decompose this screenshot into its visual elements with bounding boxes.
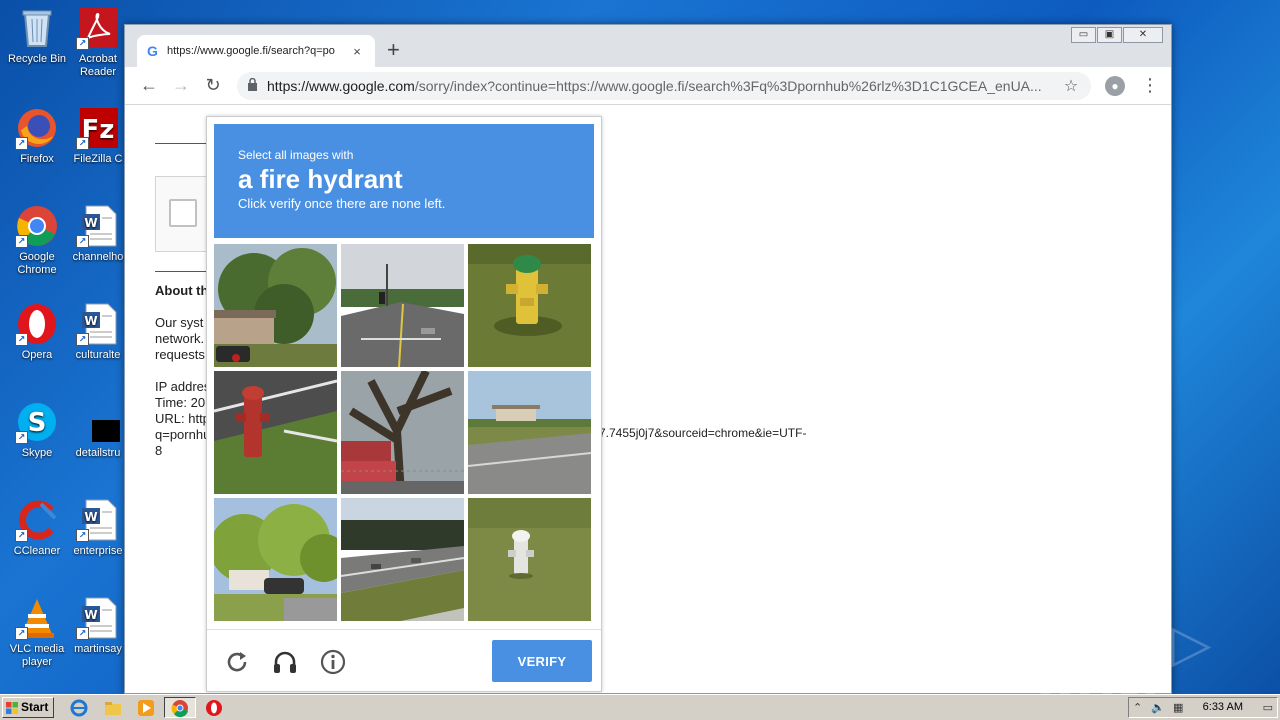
word-doc-icon: W ↗: [76, 596, 120, 640]
desktop-icon-acrobat[interactable]: ↗ Acrobat Reader: [72, 6, 124, 79]
windows-flag-icon: [6, 702, 18, 714]
desktop-icon-skype[interactable]: S ↗ Skype: [0, 400, 74, 460]
desktop-icon-file-detailstru[interactable]: detailstru: [72, 400, 124, 460]
internet-explorer-icon[interactable]: [70, 699, 88, 717]
network-icon[interactable]: ▦: [1173, 701, 1183, 714]
opera-icon[interactable]: [205, 699, 223, 717]
svg-text:S: S: [28, 408, 47, 438]
tab-strip: G https://www.google.fi/search?q=po × + …: [125, 25, 1171, 67]
restore-button[interactable]: ▣: [1097, 27, 1122, 43]
window-controls: ▭ ▣ ✕: [1070, 27, 1163, 43]
desktop-icon-filezilla[interactable]: Fz ↗ FileZilla C: [72, 106, 124, 166]
url-text: https://www.google.com/sorry/index?conti…: [267, 78, 1042, 94]
menu-dots-icon[interactable]: ⋮: [1141, 75, 1159, 95]
info-text-line: 8: [155, 443, 163, 458]
tile-tree-parking[interactable]: [341, 371, 464, 494]
tray-expand-icon[interactable]: ⌃: [1133, 701, 1142, 714]
desktop-icon-recycle-bin[interactable]: Recycle Bin: [0, 6, 74, 66]
tile-red-hydrant[interactable]: [214, 371, 337, 494]
svg-text:W: W: [84, 510, 97, 524]
word-doc-icon: W ↗: [76, 302, 120, 346]
vlc-icon: ↗: [15, 596, 59, 640]
browser-tab[interactable]: G https://www.google.fi/search?q=po ×: [137, 35, 375, 67]
tile-trees-house[interactable]: [214, 244, 337, 367]
close-window-button[interactable]: ✕: [1123, 27, 1163, 43]
desktop-icon-vlc[interactable]: ↗ VLC media player: [0, 596, 74, 669]
desktop-icon-opera[interactable]: ↗ Opera: [0, 302, 74, 362]
tile-highway-overpass[interactable]: [341, 498, 464, 621]
challenge-header: Select all images with a fire hydrant Cl…: [214, 124, 594, 238]
desktop-icon-doc-culturalte[interactable]: W ↗ culturalte: [72, 302, 124, 362]
new-tab-button[interactable]: +: [387, 38, 400, 62]
about-heading: About th: [155, 283, 209, 298]
info-icon[interactable]: [319, 648, 347, 676]
audio-challenge-icon[interactable]: [271, 648, 299, 676]
desktop-icon-doc-martinsay[interactable]: W ↗ martinsay: [72, 596, 124, 656]
address-bar[interactable]: https://www.google.com/sorry/index?conti…: [237, 72, 1091, 100]
start-button[interactable]: Start: [2, 697, 54, 718]
reload-icon[interactable]: ↻: [197, 75, 229, 96]
system-text-line: Our syst: [155, 315, 204, 330]
desktop-icon-ccleaner[interactable]: ↗ CCleaner: [0, 498, 74, 558]
recaptcha-checkbox[interactable]: [169, 199, 197, 227]
opera-icon: ↗: [15, 302, 59, 346]
skype-icon: S ↗: [15, 400, 59, 444]
lock-icon: [247, 77, 267, 94]
tile-highway-building[interactable]: [468, 371, 591, 494]
minimize-button[interactable]: ▭: [1071, 27, 1096, 43]
tab-title: https://www.google.fi/search?q=po: [167, 45, 335, 57]
system-text-line: requests: [155, 347, 205, 362]
browser-toolbar: ← → ↻ https://www.google.com/sorry/index…: [125, 67, 1171, 105]
word-doc-icon: W ↗: [76, 204, 120, 248]
svg-text:W: W: [84, 216, 97, 230]
volume-icon[interactable]: 🔈: [1151, 701, 1165, 714]
chrome-icon: [171, 700, 188, 717]
instruction-target: a fire hydrant: [238, 164, 403, 194]
tile-road-intersection[interactable]: [341, 244, 464, 367]
info-text-line: URL: http: [155, 411, 210, 426]
acrobat-icon: ↗: [76, 6, 120, 50]
instruction-post: Click verify once there are none left.: [238, 196, 446, 211]
clock: 6:33 AM: [1202, 701, 1243, 713]
system-tray: ⌃ 🔈 ▦ 6:33 AM ▭: [1128, 697, 1278, 718]
image-grid: [214, 244, 594, 624]
desktop-icon-chrome[interactable]: ↗ Google Chrome: [0, 204, 74, 277]
chrome-icon: ↗: [15, 204, 59, 248]
system-text-line: network.: [155, 331, 205, 346]
show-desktop-icon[interactable]: ▭: [1263, 701, 1273, 714]
info-text-line: IP addres: [155, 379, 211, 394]
tile-white-hydrant[interactable]: [468, 498, 591, 621]
tile-yellow-hydrant[interactable]: [468, 244, 591, 367]
reload-challenge-icon[interactable]: [223, 648, 251, 676]
info-text-line: q=pornhu: [155, 427, 211, 442]
media-player-icon[interactable]: [137, 699, 155, 717]
desktop-icon-doc-enterprise[interactable]: W ↗ enterprise: [72, 498, 124, 558]
recycle-bin-icon: [15, 6, 59, 50]
word-doc-icon: W ↗: [76, 498, 120, 542]
black-file-icon: [76, 400, 120, 444]
verify-button[interactable]: VERIFY: [492, 640, 592, 682]
recaptcha-challenge: Select all images with a fire hydrant Cl…: [206, 116, 602, 692]
forward-icon[interactable]: →: [165, 75, 197, 96]
google-favicon-icon: G: [147, 43, 158, 59]
filezilla-icon: Fz ↗: [76, 106, 120, 150]
back-icon[interactable]: ←: [133, 75, 165, 96]
tile-green-trees-car[interactable]: [214, 498, 337, 621]
bookmark-star-icon[interactable]: ☆: [1061, 76, 1081, 96]
url-tail-text: 7.7455j0j7&sourceid=chrome&ie=UTF-: [599, 426, 807, 440]
ccleaner-icon: ↗: [15, 498, 59, 542]
firefox-icon: ↗: [15, 106, 59, 150]
taskbar: Start ⌃ 🔈 ▦ 6:33 AM ▭: [0, 694, 1280, 720]
desktop-icon-doc-channelho[interactable]: W ↗ channelho: [72, 204, 124, 264]
svg-text:W: W: [84, 608, 97, 622]
taskbar-chrome-button[interactable]: [164, 697, 196, 718]
info-text-line: Time: 20: [155, 395, 206, 410]
challenge-footer: VERIFY: [207, 629, 601, 692]
desktop-icon-firefox[interactable]: ↗ Firefox: [0, 106, 74, 166]
instruction-pre: Select all images with: [238, 148, 354, 162]
profile-avatar-icon[interactable]: ●: [1105, 76, 1125, 96]
svg-text:W: W: [84, 314, 97, 328]
explorer-folder-icon[interactable]: [104, 699, 122, 717]
tab-close-icon[interactable]: ×: [349, 44, 365, 59]
